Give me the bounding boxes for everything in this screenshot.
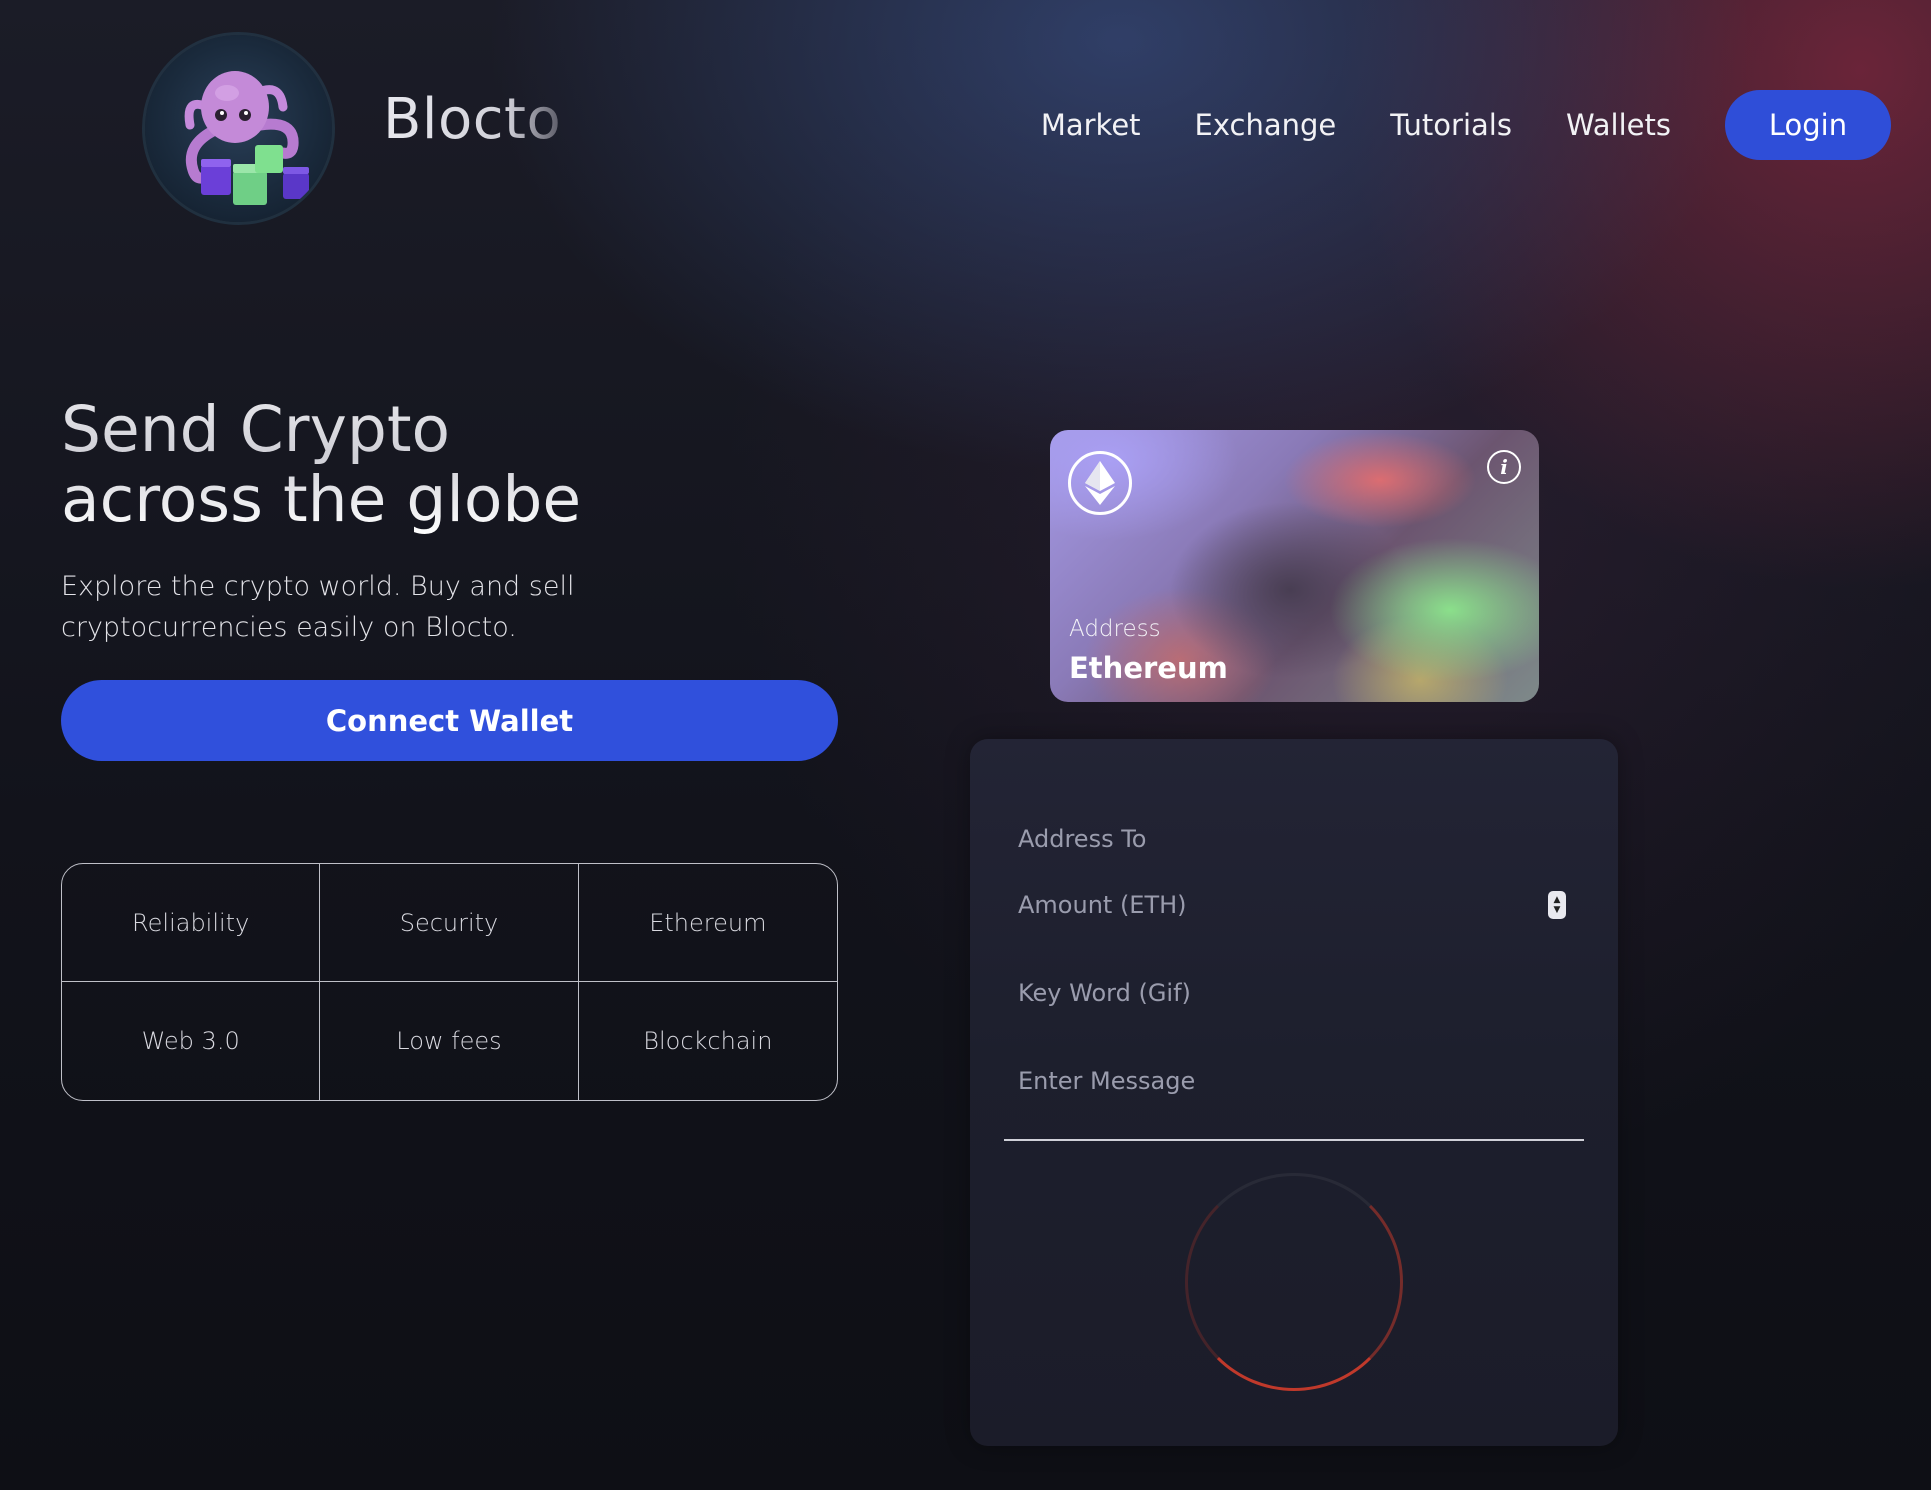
hero-title-line-1: Send Crypto xyxy=(61,393,451,466)
feature-security: Security xyxy=(320,864,579,982)
amount-stepper-icon[interactable]: ▲ ▼ xyxy=(1548,891,1566,919)
feature-ethereum: Ethereum xyxy=(578,864,837,982)
features-grid: Reliability Security Ethereum Web 3.0 Lo… xyxy=(61,863,838,1101)
card-network-name: Ethereum xyxy=(1069,651,1228,685)
nav-market[interactable]: Market xyxy=(1041,90,1141,160)
page: Blocto Market Exchange Tutorials Wallets… xyxy=(0,0,1931,1490)
nav-tutorials[interactable]: Tutorials xyxy=(1390,90,1512,160)
feature-web3: Web 3.0 xyxy=(62,982,321,1100)
connect-wallet-button[interactable]: Connect Wallet xyxy=(61,680,838,761)
address-to-input[interactable] xyxy=(1018,817,1538,861)
loading-spinner xyxy=(1185,1173,1403,1391)
login-button[interactable]: Login xyxy=(1725,90,1891,160)
feature-blockchain: Blockchain xyxy=(643,1027,773,1055)
send-form: ▲▼ xyxy=(970,739,1618,1446)
form-divider xyxy=(1004,1139,1584,1141)
keyword-input[interactable] xyxy=(1018,971,1538,1015)
brand-name: Blocto xyxy=(383,87,562,152)
amount-input[interactable] xyxy=(1018,883,1538,927)
feature-low-fees: Low fees xyxy=(320,982,579,1100)
top-nav: Market Exchange Tutorials Wallets Login xyxy=(1041,90,1891,160)
hero-title-line-2: across the globe xyxy=(61,463,582,536)
message-input[interactable] xyxy=(1018,1059,1538,1103)
hero-subtitle: Explore the crypto world. Buy and sell c… xyxy=(61,571,575,643)
nav-exchange[interactable]: Exchange xyxy=(1195,90,1337,160)
feature-reliability: Reliability xyxy=(62,864,321,982)
ethereum-icon xyxy=(1068,451,1132,515)
ethereum-card: i Address Ethereum xyxy=(1050,430,1539,702)
card-address-label: Address xyxy=(1069,616,1161,642)
hero-title: Send Crypto across the globe xyxy=(61,395,581,535)
octopus-logo[interactable] xyxy=(145,35,332,222)
nav-wallets[interactable]: Wallets xyxy=(1566,90,1671,160)
info-icon[interactable]: i xyxy=(1487,450,1521,484)
